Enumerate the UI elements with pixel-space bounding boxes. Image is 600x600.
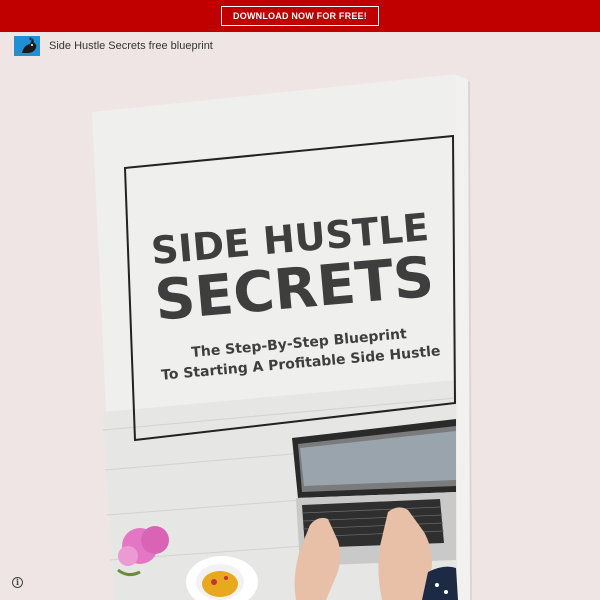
- info-icon[interactable]: i: [12, 577, 23, 588]
- page-title: Side Hustle Secrets free blueprint: [49, 40, 213, 52]
- page-header: Side Hustle Secrets free blueprint: [14, 36, 213, 56]
- top-banner: DOWNLOAD NOW FOR FREE!: [0, 0, 600, 32]
- rabbit-logo-icon[interactable]: [14, 36, 40, 56]
- ebook-cover-image: SIDE HUSTLE SECRETS The Step-By-Step Blu…: [0, 0, 600, 600]
- download-now-button[interactable]: DOWNLOAD NOW FOR FREE!: [221, 6, 379, 26]
